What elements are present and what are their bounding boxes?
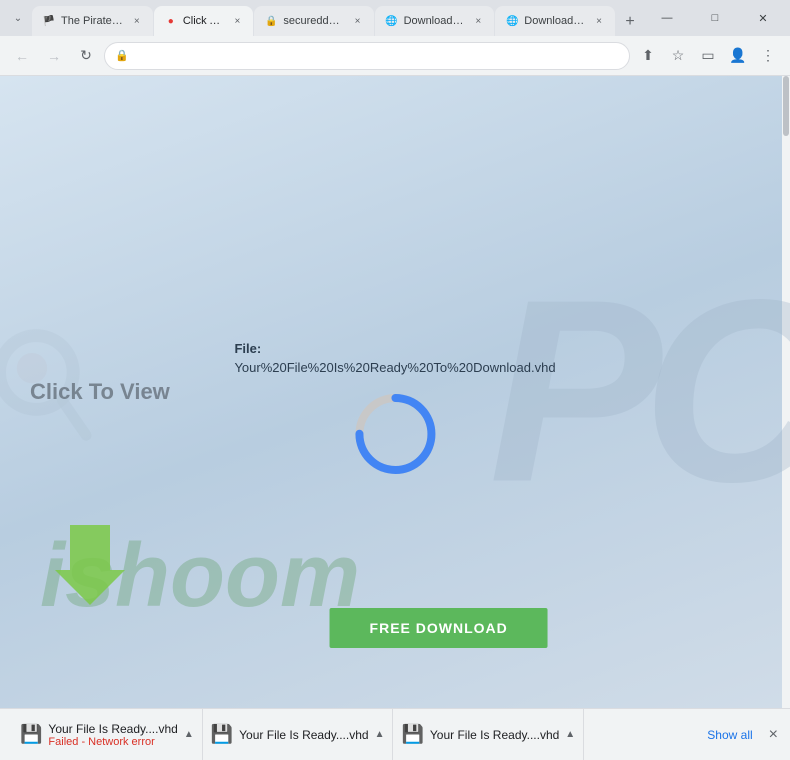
- tab-download-re-1[interactable]: 🌐 Download Re... ×: [375, 6, 495, 36]
- download-item-1-chevron[interactable]: ▲: [184, 729, 194, 740]
- tab-click-allow-close[interactable]: ×: [229, 13, 245, 29]
- tab-secureddown-title: secureddown...: [283, 15, 345, 27]
- tab-click-allow[interactable]: ● Click Allow ×: [154, 6, 254, 36]
- click-to-view-text: Click To View: [30, 379, 170, 405]
- tab-click-allow-title: Click Allow: [183, 15, 226, 27]
- tab-download-re-2[interactable]: 🌐 Download Re... ×: [495, 6, 615, 36]
- file-name: Your%20File%20Is%20Ready%20To%20Download…: [234, 360, 555, 375]
- bookmark-icon[interactable]: ☆: [664, 42, 692, 70]
- navbar: ← → ↻ 🔒 ⬆ ☆ ▭ 👤 ⋮: [0, 36, 790, 76]
- browser-window: ⌄ 🏴 The Pirate Ba... × ● Click Allow × 🔒…: [0, 0, 790, 760]
- download-item-3-icon: 💾: [401, 724, 423, 745]
- address-bar[interactable]: 🔒: [104, 42, 630, 70]
- download-item-1: 💾 Your File Is Ready....vhd Failed - Net…: [12, 709, 203, 760]
- reload-button[interactable]: ↻: [72, 42, 100, 70]
- tab-download-re-1-favicon: 🌐: [385, 14, 399, 28]
- tab-secureddown-favicon: 🔒: [264, 14, 278, 28]
- share-icon[interactable]: ⬆: [634, 42, 662, 70]
- tab-pirate-bay-title: The Pirate Ba...: [61, 15, 125, 27]
- back-button[interactable]: ←: [8, 42, 36, 70]
- tab-secureddown[interactable]: 🔒 secureddown... ×: [254, 6, 373, 36]
- toolbar-icons: ⬆ ☆ ▭ 👤 ⋮: [634, 42, 782, 70]
- download-item-2-info: Your File Is Ready....vhd: [239, 728, 368, 742]
- tab-download-re-2-favicon: 🌐: [505, 14, 519, 28]
- tab-download-re-2-title: Download Re...: [524, 15, 587, 27]
- tab-download-re-1-title: Download Re...: [404, 15, 467, 27]
- tab-pirate-bay[interactable]: 🏴 The Pirate Ba... ×: [32, 6, 153, 36]
- tab-secureddown-close[interactable]: ×: [350, 13, 366, 29]
- maximize-button[interactable]: □: [692, 3, 738, 33]
- tab-click-allow-favicon: ●: [164, 14, 178, 28]
- file-label: File:: [234, 341, 261, 356]
- arrow-down-icon: [55, 525, 125, 608]
- scrollbar-thumb[interactable]: [783, 76, 789, 136]
- download-item-1-status: Failed - Network error: [48, 736, 177, 748]
- title-bar: ⌄ 🏴 The Pirate Ba... × ● Click Allow × 🔒…: [0, 0, 790, 36]
- page-content: PC ishoom Click To View File: Your%20Fil…: [0, 76, 790, 708]
- download-item-2-chevron[interactable]: ▲: [375, 729, 385, 740]
- close-download-bar-button[interactable]: ×: [769, 726, 778, 744]
- cast-icon[interactable]: ▭: [694, 42, 722, 70]
- download-item-1-info: Your File Is Ready....vhd Failed - Netwo…: [48, 722, 177, 748]
- minimize-button[interactable]: —: [644, 3, 690, 33]
- tab-download-re-1-close[interactable]: ×: [470, 13, 486, 29]
- new-tab-button[interactable]: +: [616, 8, 644, 36]
- show-all-button[interactable]: Show all: [707, 728, 752, 742]
- tab-pirate-bay-favicon: 🏴: [42, 14, 56, 28]
- window-controls: — □ ✕: [644, 3, 786, 33]
- tab-pirate-bay-close[interactable]: ×: [129, 13, 145, 29]
- tabs-chevron-button[interactable]: ⌄: [4, 4, 32, 32]
- download-item-3-name: Your File Is Ready....vhd: [430, 728, 559, 742]
- download-bar: 💾 Your File Is Ready....vhd Failed - Net…: [0, 708, 790, 760]
- download-item-2-name: Your File Is Ready....vhd: [239, 728, 368, 742]
- download-spinner: [350, 389, 440, 479]
- lock-icon: 🔒: [115, 49, 129, 62]
- forward-button[interactable]: →: [40, 42, 68, 70]
- download-item-2-icon: 💾: [211, 724, 233, 745]
- download-item-1-icon: 💾: [20, 724, 42, 745]
- download-item-3-info: Your File Is Ready....vhd: [430, 728, 559, 742]
- menu-icon[interactable]: ⋮: [754, 42, 782, 70]
- file-info-area: File: Your%20File%20Is%20Ready%20To%20Do…: [234, 341, 555, 479]
- tabs-container: 🏴 The Pirate Ba... × ● Click Allow × 🔒 s…: [32, 0, 644, 36]
- download-item-2: 💾 Your File Is Ready....vhd ▲: [203, 709, 394, 760]
- download-item-3-chevron[interactable]: ▲: [565, 729, 575, 740]
- free-download-button[interactable]: FREE DOWNLOAD: [330, 608, 548, 648]
- close-button[interactable]: ✕: [740, 3, 786, 33]
- tab-download-re-2-close[interactable]: ×: [591, 13, 607, 29]
- download-item-1-name: Your File Is Ready....vhd: [48, 722, 177, 736]
- profile-icon[interactable]: 👤: [724, 42, 752, 70]
- download-item-3: 💾 Your File Is Ready....vhd ▲: [393, 709, 584, 760]
- download-bar-right: Show all ×: [707, 726, 778, 744]
